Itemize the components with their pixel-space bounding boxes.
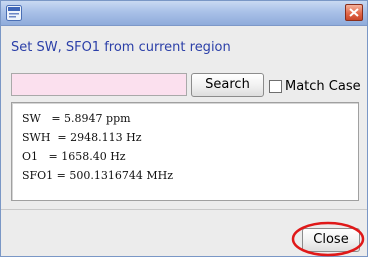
- parameter-line-sfo1: SFO1 = 500.1316744 MHz: [22, 169, 174, 182]
- search-input[interactable]: [11, 73, 187, 96]
- parameters-text-area[interactable]: SW = 5.8947 ppm SWH = 2948.113 Hz O1 = 1…: [11, 102, 359, 201]
- parameter-line-o1: O1 = 1658.40 Hz: [22, 150, 126, 163]
- title-bar[interactable]: [1, 1, 367, 26]
- close-button[interactable]: Close: [302, 228, 360, 252]
- search-button[interactable]: Search: [191, 73, 264, 97]
- match-case-option[interactable]: Match Case: [269, 77, 361, 95]
- close-icon[interactable]: [345, 4, 363, 21]
- dialog-heading: Set SW, SFO1 from current region: [11, 40, 231, 55]
- parameter-line-sw: SW = 5.8947 ppm: [22, 112, 131, 125]
- match-case-checkbox[interactable]: [269, 79, 282, 93]
- app-icon: [6, 5, 22, 21]
- dialog-window: Set SW, SFO1 from current region Search …: [0, 0, 368, 257]
- parameter-line-swh: SWH = 2948.113 Hz: [22, 131, 142, 144]
- match-case-label: Match Case: [285, 78, 361, 94]
